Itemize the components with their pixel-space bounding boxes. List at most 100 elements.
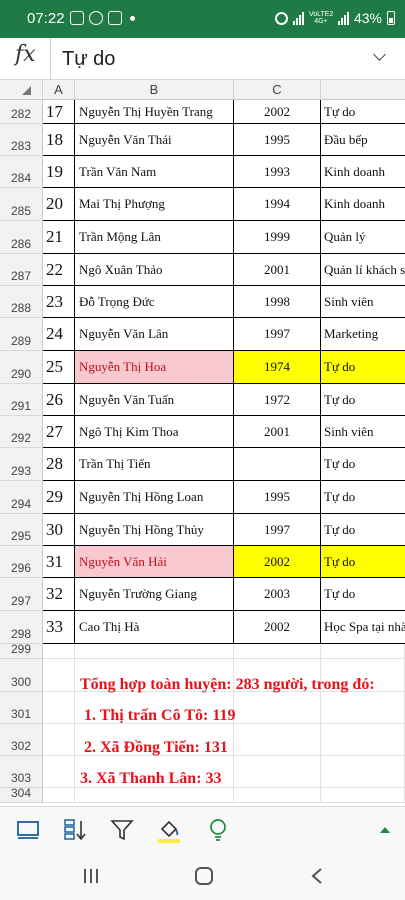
- cell-stt[interactable]: 25: [43, 351, 75, 384]
- cell-stt[interactable]: 21: [43, 221, 75, 254]
- cell-job[interactable]: Tự do: [321, 384, 405, 416]
- cell-name[interactable]: Trần Văn Nam: [75, 156, 234, 188]
- column-header-b[interactable]: B: [75, 80, 234, 100]
- home-icon[interactable]: [194, 866, 214, 886]
- cell-empty[interactable]: [75, 644, 234, 659]
- idea-bulb-icon[interactable]: [205, 817, 231, 843]
- cell-job[interactable]: Tự do: [321, 514, 405, 546]
- cell-name[interactable]: Ngô Thị Kim Thoa: [75, 416, 234, 448]
- cell-empty[interactable]: [75, 788, 234, 803]
- table-row[interactable]: 294 29 Nguyễn Thị Hồng Loan 1995 Tự do: [0, 481, 405, 514]
- cell-name[interactable]: Đỗ Trọng Đức: [75, 286, 234, 318]
- row-header[interactable]: 297: [0, 578, 43, 611]
- table-row[interactable]: 283 18 Nguyễn Văn Thái 1995 Đầu bếp: [0, 124, 405, 156]
- cell-job[interactable]: Kinh doanh: [321, 188, 405, 221]
- cell-empty[interactable]: [43, 756, 75, 788]
- cell-empty[interactable]: [43, 644, 75, 659]
- cell-name[interactable]: Nguyễn Văn Thái: [75, 124, 234, 156]
- cell-name[interactable]: Nguyễn Thị Hồng Thủy: [75, 514, 234, 546]
- cell-job[interactable]: Tự do: [321, 448, 405, 481]
- cell-name[interactable]: Ngô Xuân Thảo: [75, 254, 234, 286]
- row-header[interactable]: 298: [0, 611, 43, 644]
- row-header[interactable]: 293: [0, 448, 43, 481]
- cell-empty[interactable]: [234, 756, 321, 788]
- row-header[interactable]: 288: [0, 286, 43, 318]
- table-row[interactable]: 286 21 Trần Mộng Lân 1999 Quản lý: [0, 221, 405, 254]
- table-row[interactable]: 284 19 Trần Văn Nam 1993 Kinh doanh: [0, 156, 405, 188]
- cell-stt[interactable]: 27: [43, 416, 75, 448]
- cell-job[interactable]: Học Spa tại nhà: [321, 611, 405, 644]
- row-header[interactable]: 282: [0, 100, 43, 124]
- table-row[interactable]: 291 26 Nguyễn Văn Tuấn 1972 Tự do: [0, 384, 405, 416]
- row-header[interactable]: 304: [0, 786, 43, 803]
- row-header[interactable]: 289: [0, 318, 43, 351]
- formula-input[interactable]: Tự do: [62, 48, 115, 71]
- cell-stt[interactable]: 28: [43, 448, 75, 481]
- table-row[interactable]: 296 31 Nguyễn Văn Hải 2002 Tự do: [0, 546, 405, 578]
- cell-year[interactable]: 1972: [234, 384, 321, 416]
- cell-name[interactable]: Cao Thị Hà: [75, 611, 234, 644]
- column-header-a[interactable]: A: [43, 80, 75, 100]
- cell-stt[interactable]: 23: [43, 286, 75, 318]
- row-header[interactable]: 303: [0, 756, 43, 788]
- table-row[interactable]: 298 33 Cao Thị Hà 2002 Học Spa tại nhà: [0, 611, 405, 644]
- cell-year[interactable]: 1997: [234, 514, 321, 546]
- row-header[interactable]: 294: [0, 481, 43, 514]
- cell-job[interactable]: Tự do: [321, 351, 405, 384]
- cell-job[interactable]: Quản lí khách s: [321, 254, 405, 286]
- screen-icon[interactable]: [15, 817, 41, 843]
- row-header[interactable]: 283: [0, 124, 43, 156]
- cell-stt[interactable]: 20: [43, 188, 75, 221]
- recent-apps-icon[interactable]: [82, 868, 100, 884]
- fill-color-icon[interactable]: [156, 817, 182, 843]
- cell-name[interactable]: Nguyễn Thị Hồng Loan: [75, 481, 234, 514]
- table-row[interactable]: 285 20 Mai Thị Phượng 1994 Kinh doanh: [0, 188, 405, 221]
- cell-year[interactable]: 1974: [234, 351, 321, 384]
- cell-stt[interactable]: 24: [43, 318, 75, 351]
- cell-empty[interactable]: [43, 788, 75, 803]
- cell-year[interactable]: 2002: [234, 611, 321, 644]
- row-header[interactable]: 295: [0, 514, 43, 546]
- table-row[interactable]: 297 32 Nguyễn Trường Giang 2003 Tự do: [0, 578, 405, 611]
- cell-year[interactable]: 1995: [234, 481, 321, 514]
- cell-job[interactable]: Đầu bếp: [321, 124, 405, 156]
- table-row[interactable]: 288 23 Đỗ Trọng Đức 1998 Sinh viên: [0, 286, 405, 318]
- cell-year[interactable]: 1997: [234, 318, 321, 351]
- cell-job[interactable]: Tự do: [321, 546, 405, 578]
- cell-empty[interactable]: [43, 659, 75, 692]
- cell-job[interactable]: Tự do: [321, 578, 405, 611]
- cell-name[interactable]: Trần Mộng Lân: [75, 221, 234, 254]
- row-header[interactable]: 285: [0, 188, 43, 221]
- expand-up-icon[interactable]: [372, 817, 398, 843]
- table-row[interactable]: 282 17 Nguyễn Thị Huyền Trang 2002 Tự do: [0, 100, 405, 124]
- back-icon[interactable]: [310, 867, 324, 885]
- cell-empty[interactable]: [321, 644, 405, 659]
- blank-row[interactable]: 299: [0, 642, 405, 659]
- row-header[interactable]: 291: [0, 384, 43, 416]
- blank-row[interactable]: 304: [0, 786, 405, 803]
- row-header[interactable]: 292: [0, 416, 43, 448]
- cell-year[interactable]: 2001: [234, 254, 321, 286]
- cell-year[interactable]: 1994: [234, 188, 321, 221]
- table-row[interactable]: 290 25 Nguyễn Thị Hoa 1974 Tự do: [0, 351, 405, 384]
- table-row[interactable]: 293 28 Trần Thị Tiến Tự do: [0, 448, 405, 481]
- cell-job[interactable]: Quản lý: [321, 221, 405, 254]
- cell-stt[interactable]: 29: [43, 481, 75, 514]
- chevron-down-icon[interactable]: [373, 48, 386, 61]
- cell-year[interactable]: 1993: [234, 156, 321, 188]
- cell-year[interactable]: 2003: [234, 578, 321, 611]
- cell-name[interactable]: Nguyễn Văn Lân: [75, 318, 234, 351]
- column-header-c[interactable]: C: [234, 80, 321, 100]
- cell-stt[interactable]: 17: [43, 100, 75, 124]
- sort-icon[interactable]: [62, 817, 88, 843]
- cell-empty[interactable]: [321, 788, 405, 803]
- cell-stt[interactable]: 33: [43, 611, 75, 644]
- cell-job[interactable]: Kinh doanh: [321, 156, 405, 188]
- cell-name[interactable]: Nguyễn Thị Huyền Trang: [75, 100, 234, 124]
- cell-stt[interactable]: 31: [43, 546, 75, 578]
- cell-stt[interactable]: 32: [43, 578, 75, 611]
- cell-stt[interactable]: 30: [43, 514, 75, 546]
- table-row[interactable]: 292 27 Ngô Thị Kim Thoa 2001 Sinh viên: [0, 416, 405, 448]
- cell-empty[interactable]: [43, 724, 75, 756]
- cell-year[interactable]: 2002: [234, 546, 321, 578]
